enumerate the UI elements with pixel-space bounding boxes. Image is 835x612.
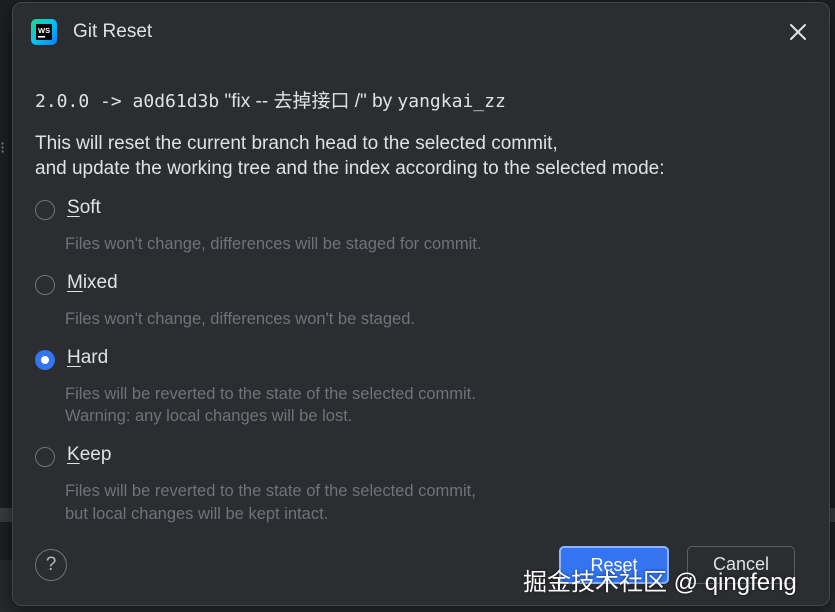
git-reset-dialog: WS Git Reset 2.0.0 -> a0d61d3b "fix -- 去…	[12, 2, 830, 606]
keep-description-line-2: but local changes will be kept intact.	[65, 505, 329, 523]
watermark: 掘金技术社区 @ qingfeng	[523, 569, 797, 596]
commit-message: "fix -- 去掉接口 /"	[224, 91, 367, 112]
keep-label[interactable]: Keep	[67, 444, 111, 466]
commit-author: yangkai_zz	[397, 91, 506, 112]
soft-radio[interactable]	[35, 200, 55, 220]
mixed-label[interactable]: Mixed	[67, 272, 118, 294]
background-edge-glyph: ⁝	[0, 140, 6, 157]
dialog-title: Git Reset	[73, 21, 153, 42]
mixed-description: Files won't change, differences won't be…	[65, 310, 415, 328]
help-button[interactable]: ?	[35, 549, 67, 581]
reset-description: This will reset the current branch head …	[35, 131, 665, 181]
description-line-1: This will reset the current branch head …	[35, 133, 558, 154]
app-icon-label: WS	[38, 26, 50, 35]
dialog-titlebar[interactable]: WS Git Reset	[13, 3, 829, 59]
soft-description: Files won't change, differences will be …	[65, 235, 482, 253]
hard-description: Files will be reverted to the state of t…	[65, 385, 476, 403]
webstorm-app-icon: WS	[31, 19, 57, 45]
hard-label[interactable]: Hard	[67, 347, 108, 369]
commit-summary: 2.0.0 -> a0d61d3b "fix -- 去掉接口 /" by yan…	[35, 86, 506, 113]
description-line-2: and update the working tree and the inde…	[35, 158, 665, 179]
commit-by: by	[372, 91, 393, 112]
keep-radio[interactable]	[35, 447, 55, 467]
hard-radio[interactable]	[35, 350, 55, 370]
close-icon[interactable]	[787, 21, 809, 43]
commit-range: 2.0.0 -> a0d61d3b	[35, 91, 220, 112]
soft-label[interactable]: Soft	[67, 197, 101, 219]
hard-warning: Warning: any local changes will be lost.	[65, 407, 353, 425]
keep-description: Files will be reverted to the state of t…	[65, 482, 476, 500]
mixed-radio[interactable]	[35, 275, 55, 295]
